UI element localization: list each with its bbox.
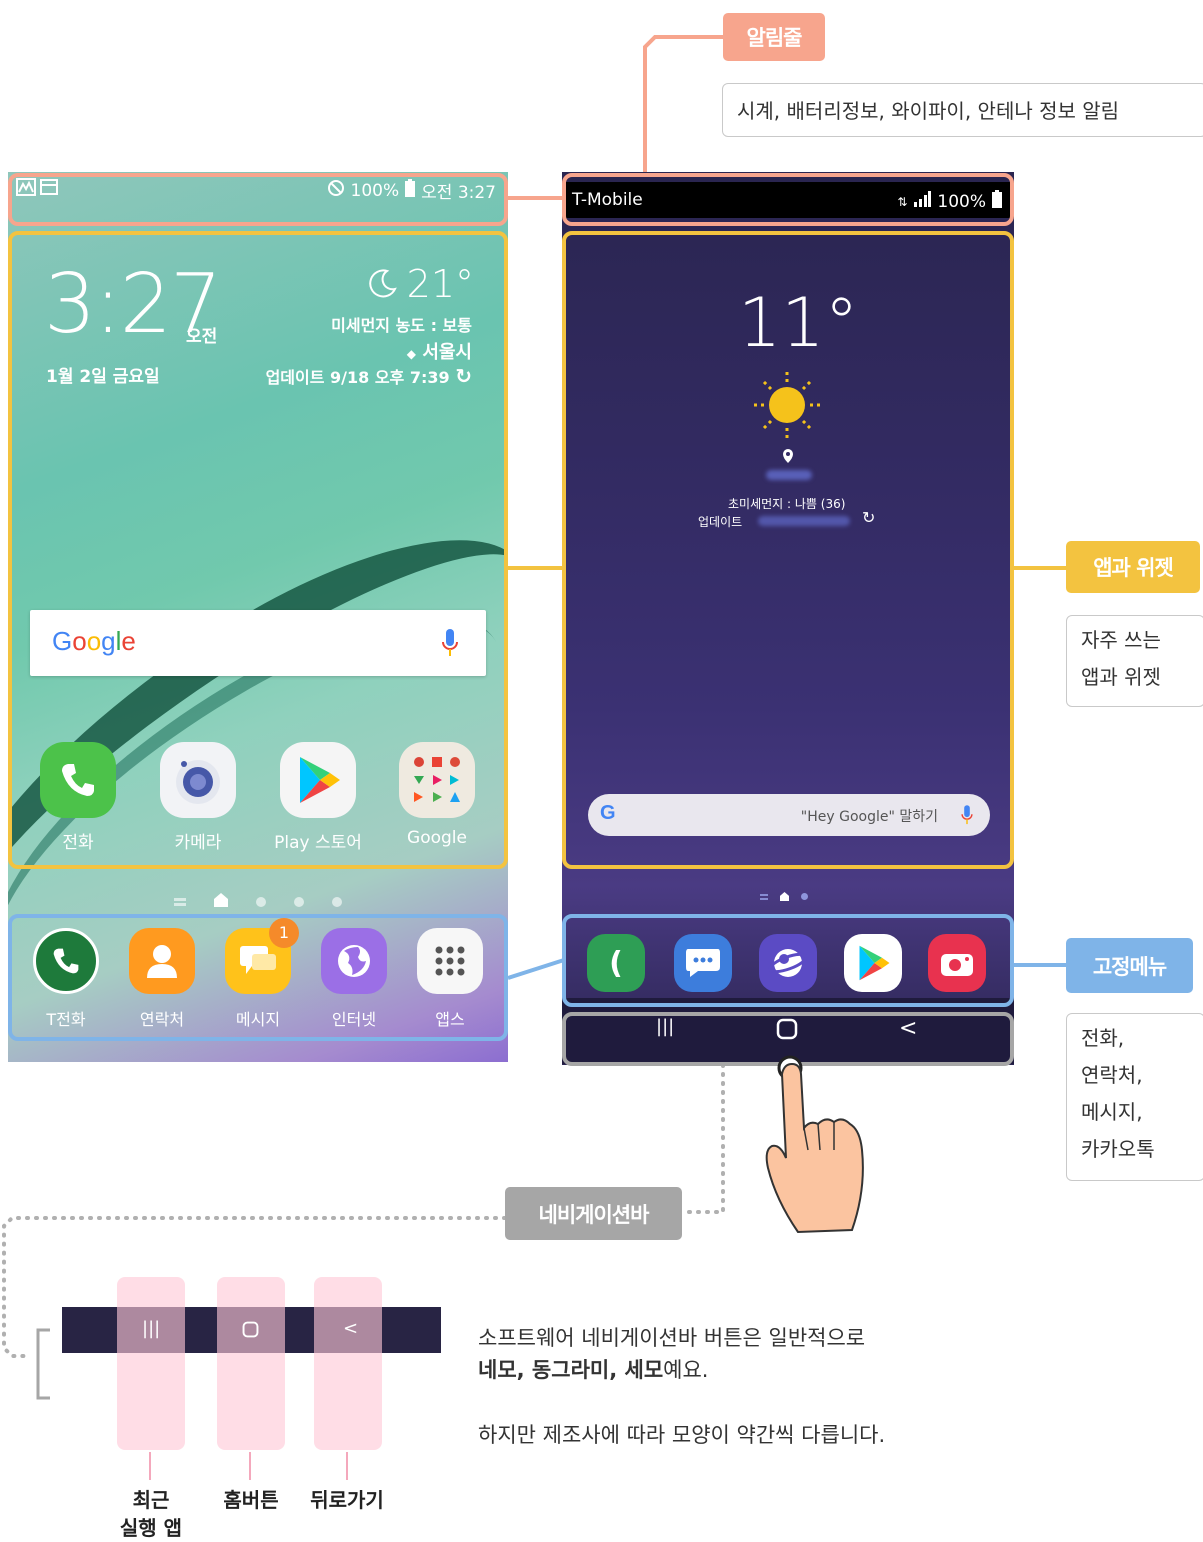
- home-square-icon: [242, 1321, 259, 1338]
- dock-frame-right: [562, 914, 1014, 1007]
- dock-desc-line: 연락처,: [1081, 1063, 1143, 1087]
- home-page-icon: [214, 892, 228, 911]
- apps-desc-line: 자주 쓰는: [1081, 628, 1161, 652]
- notification-desc-box: 시계, 배터리정보, 와이파이, 안테나 정보 알림: [722, 83, 1203, 137]
- apps-desc-box: 자주 쓰는 앱과 위젯: [1066, 615, 1203, 707]
- recent-apps-glyph[interactable]: |||: [142, 1318, 160, 1339]
- dock-desc-line: 카카오톡: [1081, 1137, 1155, 1161]
- recent-apps-highlight: [117, 1277, 185, 1450]
- page-dot: [294, 896, 304, 907]
- back-highlight: [314, 1277, 382, 1450]
- desc-line-3: 하지만 제조사에 따라 모양이 약간씩 다릅니다.: [478, 1423, 886, 1447]
- notification-frame-left: [8, 173, 508, 226]
- page-dot: [256, 896, 266, 907]
- menu-page-icon: [174, 897, 186, 906]
- hand-pointer-icon: [765, 1055, 864, 1234]
- notification-tag: 알림줄: [723, 13, 825, 61]
- dock-connector-left: [507, 958, 565, 980]
- notification-frame-right: [562, 173, 1014, 226]
- home-highlight: [217, 1277, 285, 1450]
- label-home: 홈버튼: [223, 1488, 279, 1512]
- label-back: 뒤로가기: [310, 1488, 384, 1512]
- bracket: [36, 1328, 50, 1400]
- navbar-dotted-connector: [680, 1063, 725, 1214]
- apps-desc-line: 앱과 위젯: [1081, 665, 1161, 689]
- apps-frame-right: [562, 231, 1014, 869]
- dock-frame-left: [8, 914, 508, 1041]
- dock-tag: 고정메뉴: [1066, 938, 1193, 993]
- dock-desc-box: 전화, 연락처, 메시지, 카카오톡: [1066, 1013, 1203, 1181]
- page-indicator: [8, 892, 508, 911]
- page-indicator-right: [760, 892, 808, 901]
- notification-connector: [643, 35, 723, 177]
- desc-line-1: 소프트웨어 네비게이션바 버튼은 일반적으로: [478, 1326, 866, 1350]
- dock-desc-line: 메시지,: [1081, 1100, 1143, 1124]
- apps-tag: 앱과 위젯: [1066, 541, 1200, 593]
- label-recent-apps: 최근 실행 앱: [119, 1488, 183, 1540]
- back-glyph[interactable]: <: [343, 1318, 358, 1339]
- page-dot: [332, 896, 342, 907]
- navbar-tag: 네비게이션바: [505, 1187, 682, 1240]
- home-glyph[interactable]: [242, 1321, 259, 1343]
- desc-line-2: 네모, 동그라미, 세모예요.: [478, 1358, 709, 1382]
- apps-frame-left: [8, 231, 508, 869]
- dock-desc-line: 전화,: [1081, 1026, 1125, 1050]
